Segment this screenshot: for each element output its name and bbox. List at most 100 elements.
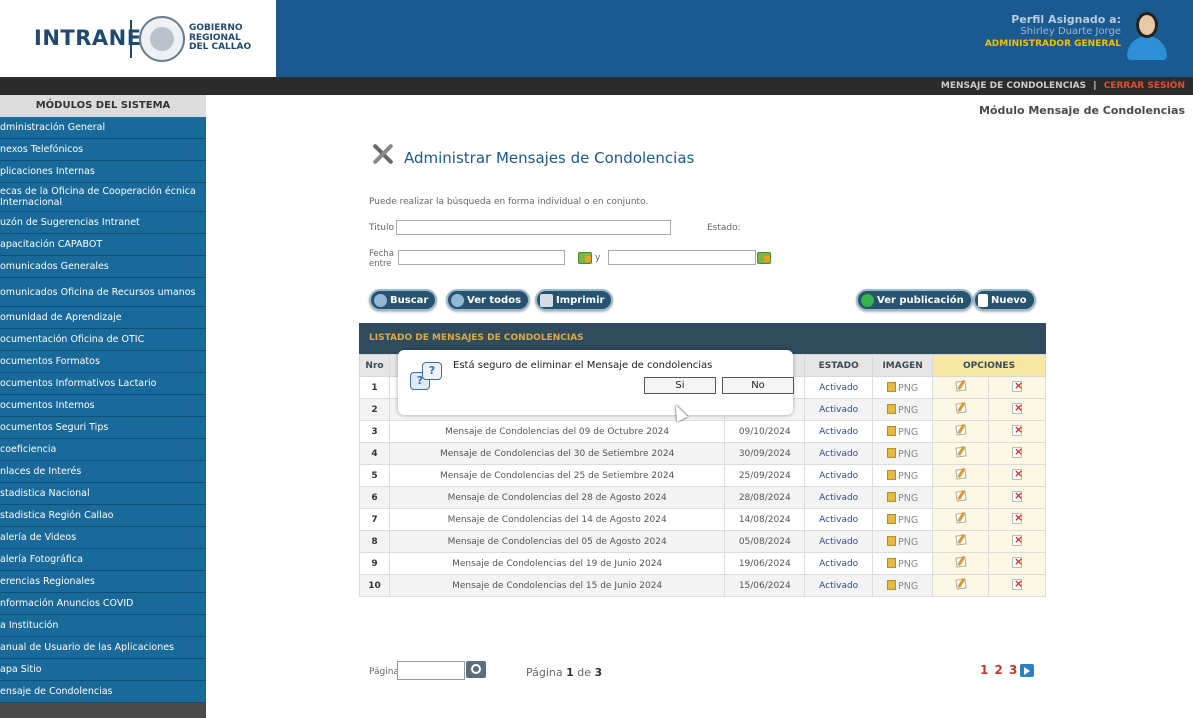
- delete-icon[interactable]: [1012, 445, 1023, 458]
- logo[interactable]: INTRANET GOBIERNO REGIONAL DEL CALLAO: [0, 0, 276, 77]
- edit-icon[interactable]: [954, 578, 967, 590]
- row-edit-cell[interactable]: [932, 398, 990, 421]
- row-imagen[interactable]: PNG: [872, 530, 934, 553]
- row-edit-cell[interactable]: [932, 552, 990, 575]
- row-edit-cell[interactable]: [932, 420, 990, 443]
- delete-icon[interactable]: [1012, 467, 1023, 480]
- sidebar-item-becas-cooperacion[interactable]: ecas de la Oficina de Cooperación écnica…: [0, 183, 206, 212]
- row-delete-cell[interactable]: [988, 574, 1046, 597]
- pager-search-icon[interactable]: [466, 661, 486, 678]
- imprimir-button[interactable]: Imprimir: [535, 289, 614, 311]
- row-delete-cell[interactable]: [988, 398, 1046, 421]
- delete-icon[interactable]: [1012, 379, 1023, 392]
- sidebar-item-documentos-lactario[interactable]: ocumentos Informativos Lactario: [0, 373, 206, 395]
- ver-todos-button[interactable]: Ver todos: [446, 289, 531, 311]
- ver-publicacion-button[interactable]: Ver publicación: [856, 289, 973, 311]
- nuevo-button[interactable]: Nuevo: [973, 289, 1036, 311]
- row-titulo: Mensaje de Condolencias del 15 de Junio …: [388, 574, 726, 597]
- row-imagen[interactable]: PNG: [872, 486, 934, 509]
- sidebar-item-gerencias-regionales[interactable]: erencias Regionales: [0, 571, 206, 593]
- page-number-input[interactable]: [397, 661, 465, 680]
- avatar[interactable]: [1125, 12, 1169, 62]
- edit-icon[interactable]: [954, 490, 967, 502]
- row-delete-cell[interactable]: [988, 552, 1046, 575]
- confirm-no-button[interactable]: No: [722, 377, 794, 394]
- row-edit-cell[interactable]: [932, 508, 990, 531]
- row-imagen[interactable]: PNG: [872, 420, 934, 443]
- row-delete-cell[interactable]: [988, 420, 1046, 443]
- sidebar-item-comunicados-rrhh[interactable]: omunicados Oficina de Recursos umanos: [0, 278, 206, 307]
- sidebar-item-galeria-fotografica[interactable]: alería Fotográfica: [0, 549, 206, 571]
- edit-icon[interactable]: [954, 424, 967, 436]
- buscar-button[interactable]: Buscar: [369, 289, 438, 311]
- delete-icon[interactable]: [1012, 489, 1023, 502]
- sidebar-item-manual-usuario[interactable]: anual de Usuario de las Aplicaciones: [0, 637, 206, 659]
- col-estado[interactable]: ESTADO: [804, 354, 874, 377]
- avatar-body: [1127, 36, 1167, 60]
- row-edit-cell[interactable]: [932, 486, 990, 509]
- fecha-hasta-input[interactable]: [608, 250, 756, 265]
- row-imagen[interactable]: PNG: [872, 552, 934, 575]
- sidebar-item-documentos-internos[interactable]: ocumentos Internos: [0, 395, 206, 417]
- row-delete-cell[interactable]: [988, 508, 1046, 531]
- edit-icon[interactable]: [954, 534, 967, 546]
- sidebar-item-estadistica-callao[interactable]: stadistica Región Callao: [0, 505, 206, 527]
- sidebar-item-comunidad-aprendizaje[interactable]: omunidad de Aprendizaje: [0, 307, 206, 329]
- delete-icon[interactable]: [1012, 401, 1023, 414]
- sidebar-item-buzon-sugerencias[interactable]: uzón de Sugerencias Intranet: [0, 212, 206, 234]
- row-imagen[interactable]: PNG: [872, 442, 934, 465]
- row-delete-cell[interactable]: [988, 486, 1046, 509]
- next-page-icon[interactable]: [1020, 664, 1034, 677]
- row-delete-cell[interactable]: [988, 376, 1046, 399]
- sidebar-item-mensaje-condolencias[interactable]: ensaje de Condolencias: [0, 681, 206, 703]
- pager-links[interactable]: 1 2 3: [980, 663, 1018, 677]
- sidebar-item-enlaces-interes[interactable]: nlaces de Interés: [0, 461, 206, 483]
- edit-icon[interactable]: [954, 468, 967, 480]
- row-edit-cell[interactable]: [932, 464, 990, 487]
- row-edit-cell[interactable]: [932, 574, 990, 597]
- row-delete-cell[interactable]: [988, 442, 1046, 465]
- delete-icon[interactable]: [1012, 423, 1023, 436]
- sidebar-item-documentos-formatos[interactable]: ocumentos Formatos: [0, 351, 206, 373]
- fecha-desde-input[interactable]: [398, 250, 565, 265]
- titulo-input[interactable]: [395, 220, 671, 235]
- sidebar-item-covid[interactable]: nformación Anuncios COVID: [0, 593, 206, 615]
- row-imagen[interactable]: PNG: [872, 574, 934, 597]
- edit-icon[interactable]: [954, 556, 967, 568]
- delete-icon[interactable]: [1012, 555, 1023, 568]
- row-delete-cell[interactable]: [988, 464, 1046, 487]
- row-imagen[interactable]: PNG: [872, 398, 934, 421]
- sidebar-item-anexos-telefonicos[interactable]: nexos Telefónicos: [0, 139, 206, 161]
- sidebar-item-galeria-videos[interactable]: alería de Videos: [0, 527, 206, 549]
- row-imagen[interactable]: PNG: [872, 376, 934, 399]
- sidebar-item-capacitacion[interactable]: apacitación CAPABOT: [0, 234, 206, 256]
- sidebar-item-ecoeficiencia[interactable]: coeficiencia: [0, 439, 206, 461]
- sidebar-item-documentos-seguri-tips[interactable]: ocumentos Seguri Tips: [0, 417, 206, 439]
- row-edit-cell[interactable]: [932, 376, 990, 399]
- sidebar-item-institucion[interactable]: a Institución: [0, 615, 206, 637]
- sidebar-item-documentacion-otic[interactable]: ocumentación Oficina de OTIC: [0, 329, 206, 351]
- edit-icon[interactable]: [954, 512, 967, 524]
- calendar-icon[interactable]: [757, 252, 771, 264]
- row-delete-cell[interactable]: [988, 530, 1046, 553]
- logout-link[interactable]: CERRAR SESIÓN: [1104, 81, 1185, 91]
- edit-icon[interactable]: [954, 446, 967, 458]
- delete-icon[interactable]: [1012, 511, 1023, 524]
- edit-icon[interactable]: [954, 402, 967, 414]
- sidebar-item-estadistica-nacional[interactable]: stadistica Nacional: [0, 483, 206, 505]
- sidebar-item-mapa-sitio[interactable]: apa Sitio: [0, 659, 206, 681]
- delete-icon[interactable]: [1012, 577, 1023, 590]
- row-edit-cell[interactable]: [932, 442, 990, 465]
- col-nro[interactable]: Nro: [359, 354, 390, 377]
- confirm-yes-button[interactable]: Si: [644, 377, 716, 394]
- sidebar-item-comunicados-generales[interactable]: omunicados Generales: [0, 256, 206, 278]
- row-edit-cell[interactable]: [932, 530, 990, 553]
- row-imagen[interactable]: PNG: [872, 464, 934, 487]
- current-section-link[interactable]: MENSAJE DE CONDOLENCIAS: [941, 81, 1086, 91]
- edit-icon[interactable]: [954, 380, 967, 392]
- sidebar-item-aplicaciones-internas[interactable]: plicaciones Internas: [0, 161, 206, 183]
- delete-icon[interactable]: [1012, 533, 1023, 546]
- calendar-icon[interactable]: [578, 252, 592, 264]
- row-imagen[interactable]: PNG: [872, 508, 934, 531]
- sidebar-item-administracion-general[interactable]: dministración General: [0, 117, 206, 139]
